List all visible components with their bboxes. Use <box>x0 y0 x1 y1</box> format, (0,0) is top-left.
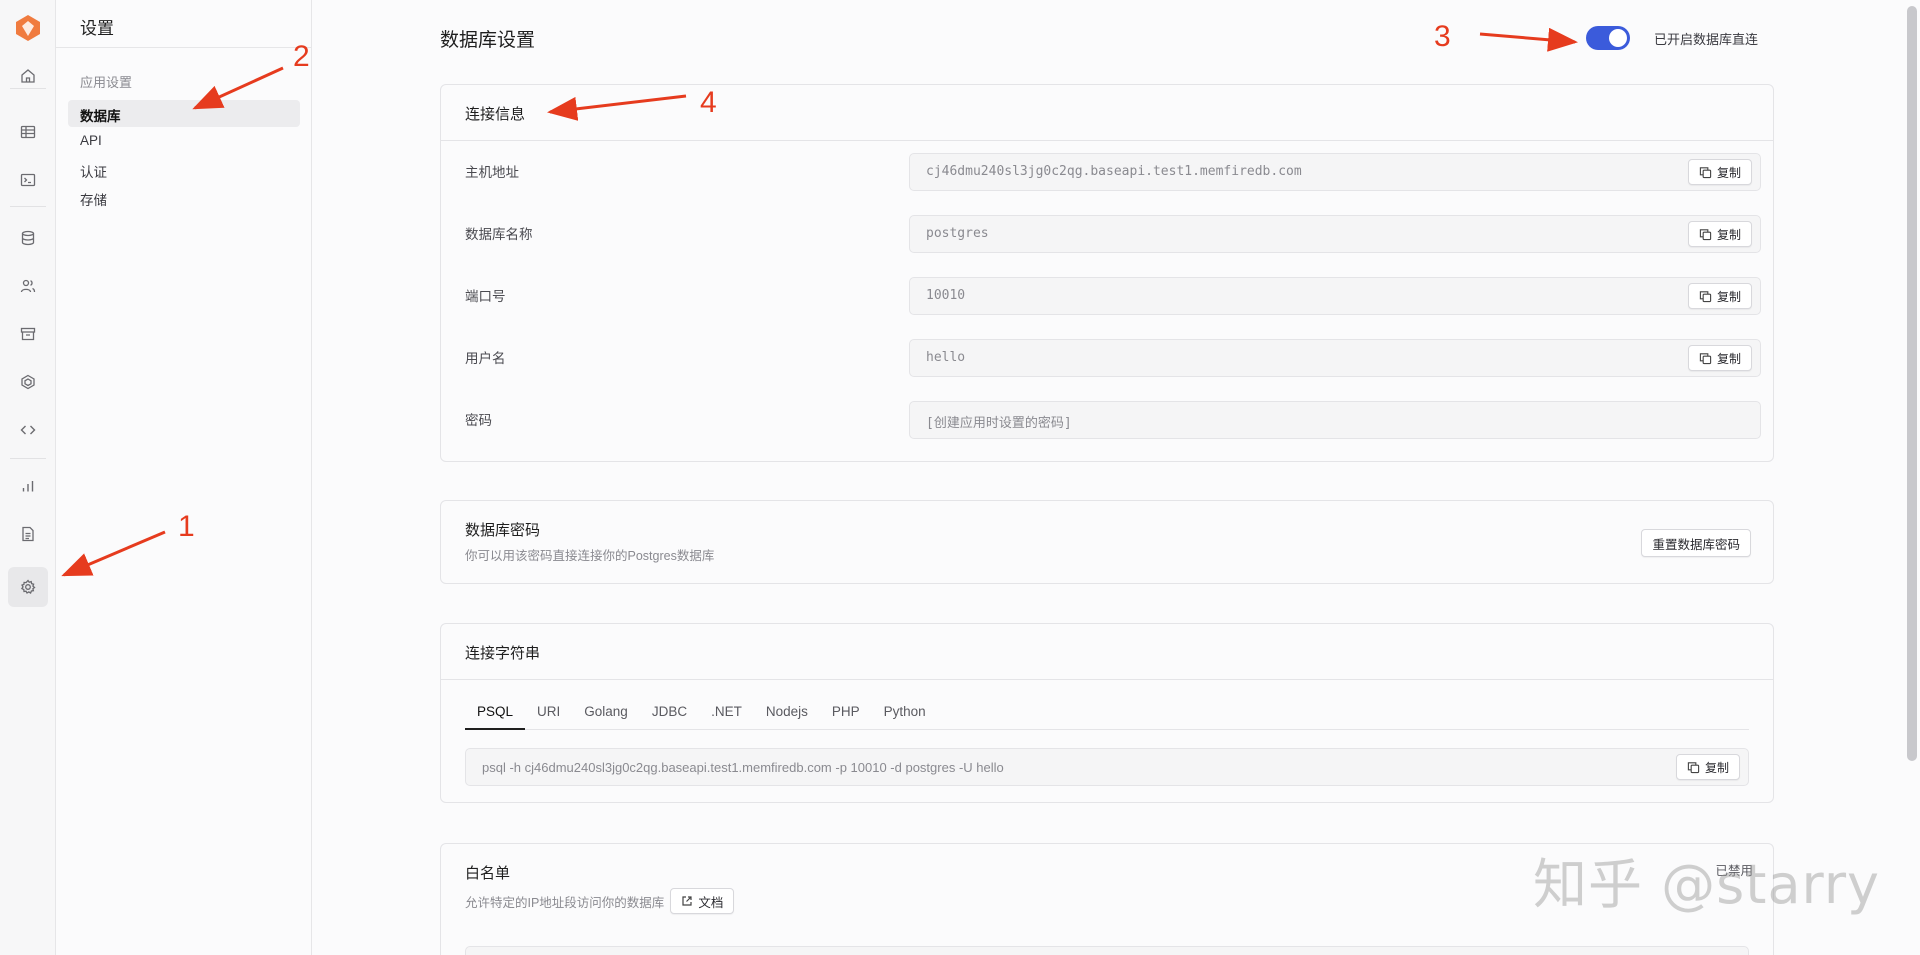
copy-button[interactable]: 复制 <box>1687 283 1752 309</box>
reset-password-button[interactable]: 重置数据库密码 <box>1641 529 1751 557</box>
card-description: 你可以用该密码直接连接你的Postgres数据库 <box>465 549 715 563</box>
copy-button[interactable]: 复制 <box>1687 159 1752 185</box>
copy-label: 复制 <box>1716 351 1741 366</box>
tab-psql[interactable]: PSQL <box>465 696 526 730</box>
field-value: [创建应用时设置的密码] <box>926 416 1072 431</box>
code-icon[interactable] <box>12 414 44 446</box>
port-row: 端口号 10010 复制 <box>441 277 1773 325</box>
password-field[interactable]: [创建应用时设置的密码] <box>909 401 1761 439</box>
database-icon[interactable] <box>12 222 44 254</box>
field-label: 主机地址 <box>465 165 519 180</box>
tab-nodejs[interactable]: Nodejs <box>754 696 820 730</box>
terminal-icon[interactable] <box>12 164 44 196</box>
sidebar-item-auth[interactable]: 认证 <box>68 156 300 183</box>
annotation-number-2: 2 <box>293 40 310 73</box>
whitelist-input[interactable] <box>465 946 1749 955</box>
connection-info-card: 连接信息 主机地址 cj46dmu240sl3jg0c2qg.baseapi.t… <box>440 84 1774 462</box>
field-label: 用户名 <box>465 351 506 366</box>
host-row: 主机地址 cj46dmu240sl3jg0c2qg.baseapi.test1.… <box>441 153 1773 201</box>
field-label: 密码 <box>465 413 492 428</box>
tab-dotnet[interactable]: .NET <box>699 696 754 730</box>
tab-uri[interactable]: URI <box>525 696 572 730</box>
tab-jdbc[interactable]: JDBC <box>640 696 699 730</box>
sidebar-group-label: 应用设置 <box>80 75 133 90</box>
card-description: 允许特定的IP地址段访问你的数据库 <box>465 895 665 910</box>
docs-label: 文档 <box>698 895 724 910</box>
functions-icon[interactable] <box>12 366 44 398</box>
host-field[interactable]: cj46dmu240sl3jg0c2qg.baseapi.test1.memfi… <box>909 153 1761 191</box>
copy-icon <box>1687 761 1700 773</box>
main-content: 数据库设置 已开启数据库直连 连接信息 主机地址 cj46dmu240sl3jg… <box>312 0 1904 955</box>
password-row: 密码 [创建应用时设置的密码] <box>441 401 1773 449</box>
copy-button[interactable]: 复制 <box>1687 345 1752 371</box>
field-value: postgres <box>926 226 989 241</box>
docs-button[interactable]: 文档 <box>670 888 735 914</box>
file-icon[interactable] <box>12 518 44 550</box>
card-description-row: 允许特定的IP地址段访问你的数据库 文档 <box>465 888 735 914</box>
copy-icon <box>1699 352 1712 364</box>
sidebar-item-database[interactable]: 数据库 <box>68 100 300 127</box>
copy-label: 复制 <box>1716 227 1741 242</box>
gear-icon[interactable] <box>8 567 48 607</box>
annotation-number-3: 3 <box>1434 20 1451 53</box>
username-field[interactable]: hello 复制 <box>909 339 1761 377</box>
card-title: 连接信息 <box>441 85 1773 141</box>
tab-python[interactable]: Python <box>872 696 938 730</box>
field-value: cj46dmu240sl3jg0c2qg.baseapi.test1.memfi… <box>926 164 1302 179</box>
tab-php[interactable]: PHP <box>820 696 872 730</box>
copy-button[interactable]: 复制 <box>1675 754 1740 780</box>
external-link-icon <box>682 896 692 906</box>
archive-icon[interactable] <box>12 318 44 350</box>
connection-string-field[interactable]: psql -h cj46dmu240sl3jg0c2qg.baseapi.tes… <box>465 748 1749 786</box>
field-value: hello <box>926 350 966 365</box>
icon-rail <box>0 0 56 955</box>
field-label: 数据库名称 <box>465 227 533 242</box>
connection-string-value: psql -h cj46dmu240sl3jg0c2qg.baseapi.tes… <box>482 760 1004 775</box>
chart-icon[interactable] <box>12 470 44 502</box>
sidebar-item-api[interactable]: API <box>68 128 300 155</box>
app-logo-icon[interactable] <box>14 14 42 42</box>
card-title: 连接字符串 <box>441 624 1773 680</box>
annotation-number-1: 1 <box>178 510 195 543</box>
copy-label: 复制 <box>1704 760 1729 775</box>
db-password-card: 数据库密码 你可以用该密码直接连接你的Postgres数据库 重置数据库密码 <box>440 500 1774 584</box>
username-row: 用户名 hello 复制 <box>441 339 1773 387</box>
copy-label: 复制 <box>1716 289 1741 304</box>
table-icon[interactable] <box>12 116 44 148</box>
toggle-label: 已开启数据库直连 <box>1654 31 1759 47</box>
field-label: 端口号 <box>465 289 506 304</box>
field-value: 10010 <box>926 288 966 303</box>
page-title: 数据库设置 <box>440 30 536 51</box>
copy-icon <box>1699 166 1712 178</box>
dbname-field[interactable]: postgres 复制 <box>909 215 1761 253</box>
card-title: 数据库密码 <box>465 522 541 539</box>
watermark: 知乎 @starry <box>1533 853 1880 916</box>
copy-icon <box>1699 228 1712 240</box>
copy-label: 复制 <box>1716 165 1741 180</box>
settings-sidebar: 设置 应用设置 数据库 API 认证 存储 <box>56 0 312 955</box>
scrollbar[interactable] <box>1907 6 1917 761</box>
connection-string-card: 连接字符串 PSQL URI Golang JDBC .NET Nodejs P… <box>440 623 1774 803</box>
language-tabs: PSQL URI Golang JDBC .NET Nodejs PHP Pyt… <box>465 696 1749 730</box>
port-field[interactable]: 10010 复制 <box>909 277 1761 315</box>
card-title: 白名单 <box>465 865 511 882</box>
toggle-knob <box>1609 29 1627 47</box>
users-icon[interactable] <box>12 270 44 302</box>
copy-icon <box>1699 290 1712 302</box>
annotation-number-4: 4 <box>700 86 717 119</box>
sidebar-title: 设置 <box>56 0 311 48</box>
sidebar-item-storage[interactable]: 存储 <box>68 184 300 211</box>
tab-golang[interactable]: Golang <box>572 696 640 730</box>
dbname-row: 数据库名称 postgres 复制 <box>441 215 1773 263</box>
copy-button[interactable]: 复制 <box>1687 221 1752 247</box>
direct-connect-toggle-group: 已开启数据库直连 <box>1586 26 1758 50</box>
direct-connect-toggle[interactable] <box>1586 26 1630 50</box>
